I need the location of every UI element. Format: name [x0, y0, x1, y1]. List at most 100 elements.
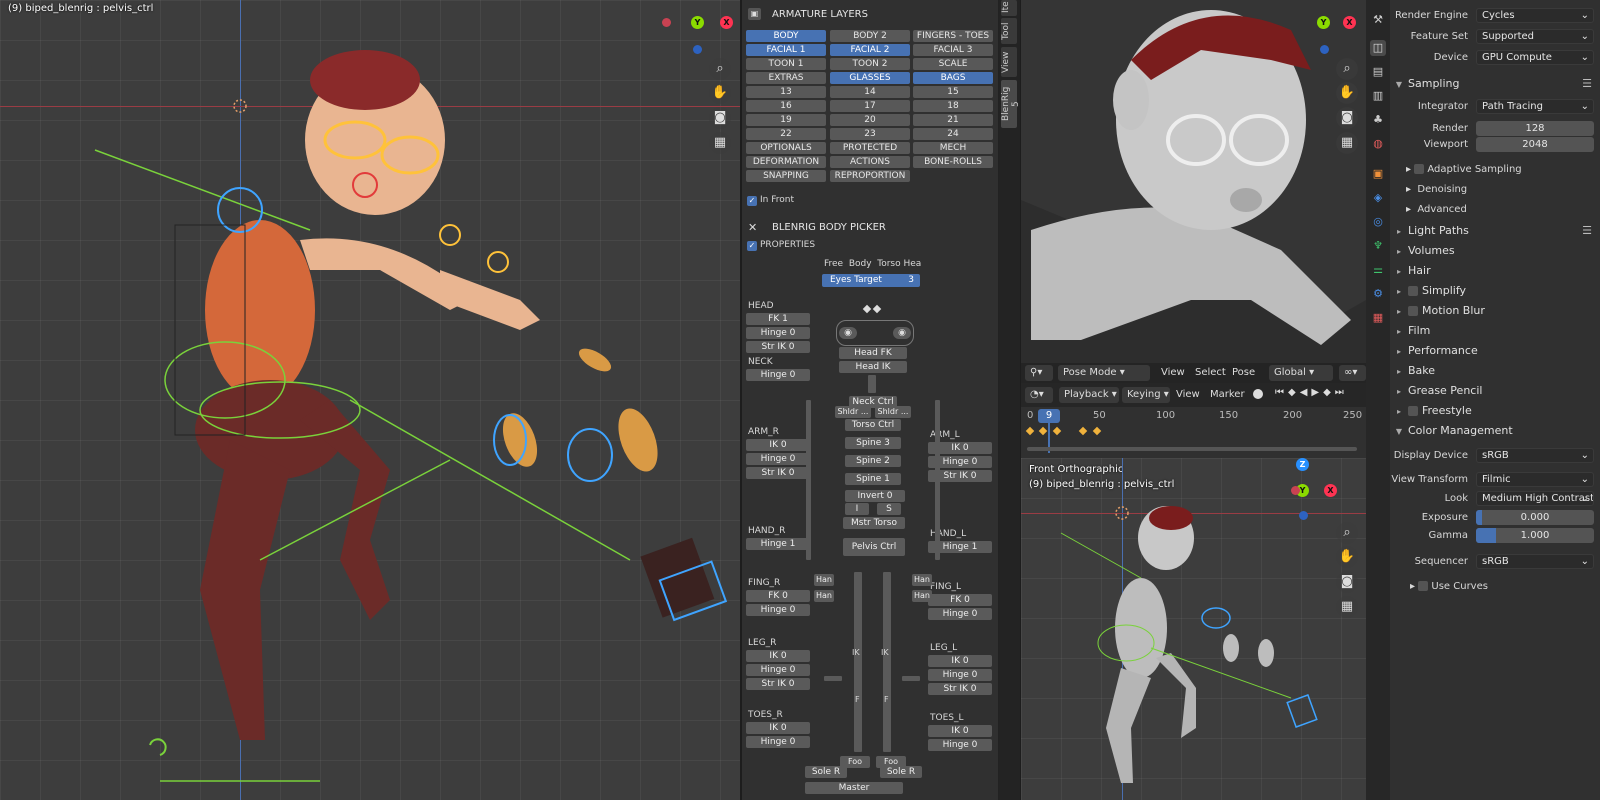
eye-left-icon[interactable]: ◉: [893, 327, 911, 339]
snap-icon[interactable]: ∞▾: [1339, 365, 1366, 381]
sampling-section[interactable]: ▼ Sampling ☰: [1390, 74, 1600, 94]
armature-data-icon[interactable]: ♆: [1370, 238, 1386, 254]
section-checkbox[interactable]: [1408, 306, 1418, 316]
picker-toggle-button[interactable]: Hinge 0: [746, 453, 810, 465]
layer-button[interactable]: 14: [830, 86, 910, 98]
gizmo-neg-z-front[interactable]: [1299, 511, 1308, 520]
layer-button[interactable]: FACIAL 3: [913, 44, 993, 56]
master-button[interactable]: Master: [805, 782, 903, 794]
modifier-icon[interactable]: ◈: [1370, 190, 1386, 206]
head-ik-button[interactable]: Head IK: [839, 361, 907, 373]
layer-button[interactable]: TOON 1: [746, 58, 826, 70]
look-dropdown[interactable]: Medium High Contrast ⌄: [1476, 491, 1594, 506]
feature-set-dropdown[interactable]: Supported ⌄: [1476, 29, 1594, 44]
current-frame-indicator[interactable]: 9: [1038, 409, 1060, 423]
output-icon[interactable]: ▤: [1370, 64, 1386, 80]
marker-menu[interactable]: Marker: [1210, 389, 1245, 400]
picker-tabs[interactable]: Free Body Torso Hea: [824, 259, 921, 269]
shoulder-l-button[interactable]: Shldr ...: [875, 406, 911, 418]
section-performance[interactable]: ▸ Performance: [1390, 341, 1600, 361]
picker-toggle-button[interactable]: Hinge 0: [928, 608, 992, 620]
mode-dropdown[interactable]: Pose Mode ▾: [1058, 365, 1150, 381]
layer-button[interactable]: GLASSES: [830, 72, 910, 84]
view-transform-dropdown[interactable]: Filmic ⌄: [1476, 472, 1594, 487]
picker-toggle-button[interactable]: Str IK 0: [928, 683, 992, 695]
physics-icon[interactable]: ◎: [1370, 214, 1386, 230]
use-curves-row[interactable]: ▸ Use Curves: [1410, 581, 1488, 592]
i-button[interactable]: I: [845, 503, 869, 515]
hand-r-button-2[interactable]: Han: [814, 590, 834, 602]
tab-item[interactable]: Ite: [1001, 0, 1017, 16]
playback-menu[interactable]: Playback ▾: [1059, 387, 1119, 403]
world-icon[interactable]: ◍: [1370, 136, 1386, 152]
section-bake[interactable]: ▸ Bake: [1390, 361, 1600, 381]
gizmo-x-axis-front[interactable]: X: [1324, 484, 1337, 497]
spine-1-button[interactable]: Spine 1: [845, 473, 901, 485]
menu-select[interactable]: Select: [1195, 367, 1226, 378]
layer-button[interactable]: MECH: [913, 142, 993, 154]
tab-blenrig[interactable]: BlenRig 5: [1001, 80, 1021, 128]
layer-button[interactable]: 16: [746, 100, 826, 112]
spine-3-button[interactable]: Spine 3: [845, 437, 901, 449]
device-dropdown[interactable]: GPU Compute ⌄: [1476, 50, 1594, 65]
gizmo-y-axis-persp[interactable]: Y: [1317, 16, 1330, 29]
picker-toggle-button[interactable]: Str IK 0: [746, 467, 810, 479]
zoom-icon[interactable]: ⌕: [1336, 58, 1358, 80]
viewport-3d-front[interactable]: Front Orthographic (9) biped_blenrig : p…: [1021, 458, 1366, 800]
integrator-dropdown[interactable]: Path Tracing ⌄: [1476, 99, 1594, 114]
render-samples-field[interactable]: 128: [1476, 121, 1594, 136]
gizmo-neg-z[interactable]: [693, 45, 702, 54]
hand-r-button-1[interactable]: Han: [814, 574, 834, 586]
record-icon[interactable]: [1253, 389, 1263, 399]
gizmo-neg-x-front[interactable]: [1291, 486, 1300, 495]
arm-l-bar[interactable]: [935, 400, 940, 560]
viewport-samples-field[interactable]: 2048: [1476, 137, 1594, 152]
section-checkbox[interactable]: [1408, 406, 1418, 416]
constraint-icon[interactable]: ⚙: [1370, 286, 1386, 302]
layer-button[interactable]: REPROPORTION: [830, 170, 910, 182]
layer-button[interactable]: 19: [746, 114, 826, 126]
pan-hand-icon[interactable]: ✋: [1336, 546, 1358, 568]
keying-menu[interactable]: Keying ▾: [1122, 387, 1170, 403]
denoising-row[interactable]: ▸ Denoising: [1406, 184, 1467, 195]
keyframe-2[interactable]: [1038, 426, 1048, 436]
section-light-paths[interactable]: ▸ Light Paths ☰: [1390, 221, 1600, 241]
picker-toggle-button[interactable]: Hinge 0: [928, 739, 992, 751]
grid-icon[interactable]: ▦: [1336, 596, 1358, 618]
viewport-3d-main[interactable]: (9) biped_blenrig : pelvis_ctrl Y X ⌕ ✋ …: [0, 0, 740, 800]
zoom-icon[interactable]: ⌕: [709, 58, 731, 80]
bone-icon[interactable]: ⚌: [1370, 262, 1386, 278]
master-torso-button[interactable]: Mstr Torso: [843, 517, 905, 529]
eye-right-icon[interactable]: ◉: [839, 327, 857, 339]
object-icon[interactable]: ▣: [1370, 166, 1386, 182]
keyframe-1[interactable]: [1025, 426, 1035, 436]
layer-button[interactable]: 20: [830, 114, 910, 126]
pan-hand-icon[interactable]: ✋: [1336, 82, 1358, 104]
playback-controls-icon[interactable]: ⏮◆◀▶◆⏭: [1275, 387, 1348, 398]
texture-icon[interactable]: ▦: [1370, 310, 1386, 326]
layer-button[interactable]: 13: [746, 86, 826, 98]
layer-button[interactable]: FACIAL 1: [746, 44, 826, 56]
leg-r-bar[interactable]: [854, 572, 862, 752]
advanced-row[interactable]: ▸ Advanced: [1406, 204, 1467, 215]
adaptive-checkbox[interactable]: [1414, 164, 1425, 174]
section-volumes[interactable]: ▸ Volumes: [1390, 241, 1600, 261]
knee-l-bar[interactable]: [902, 676, 920, 681]
layer-button[interactable]: ACTIONS: [830, 156, 910, 168]
render-engine-dropdown[interactable]: Cycles ⌄: [1476, 8, 1594, 23]
layer-button[interactable]: SNAPPING: [746, 170, 826, 182]
timeline-editor-icon[interactable]: ◔▾: [1025, 387, 1053, 403]
layer-button[interactable]: 17: [830, 100, 910, 112]
neck-bar[interactable]: [868, 375, 876, 393]
exposure-field[interactable]: 0.000: [1476, 510, 1594, 525]
picker-toggle-button[interactable]: Hinge 0: [746, 736, 810, 748]
use-curves-checkbox[interactable]: [1418, 581, 1429, 591]
picker-toggle-button[interactable]: Hinge 1: [746, 538, 810, 550]
menu-pose[interactable]: Pose: [1232, 367, 1255, 378]
layer-button[interactable]: 23: [830, 128, 910, 140]
layer-button[interactable]: 18: [913, 100, 993, 112]
picker-toggle-button[interactable]: IK 0: [746, 439, 810, 451]
list-icon[interactable]: ☰: [1582, 74, 1592, 94]
gizmo-neg-z-persp[interactable]: [1320, 45, 1329, 54]
hand-l-button-2[interactable]: Han: [912, 590, 932, 602]
